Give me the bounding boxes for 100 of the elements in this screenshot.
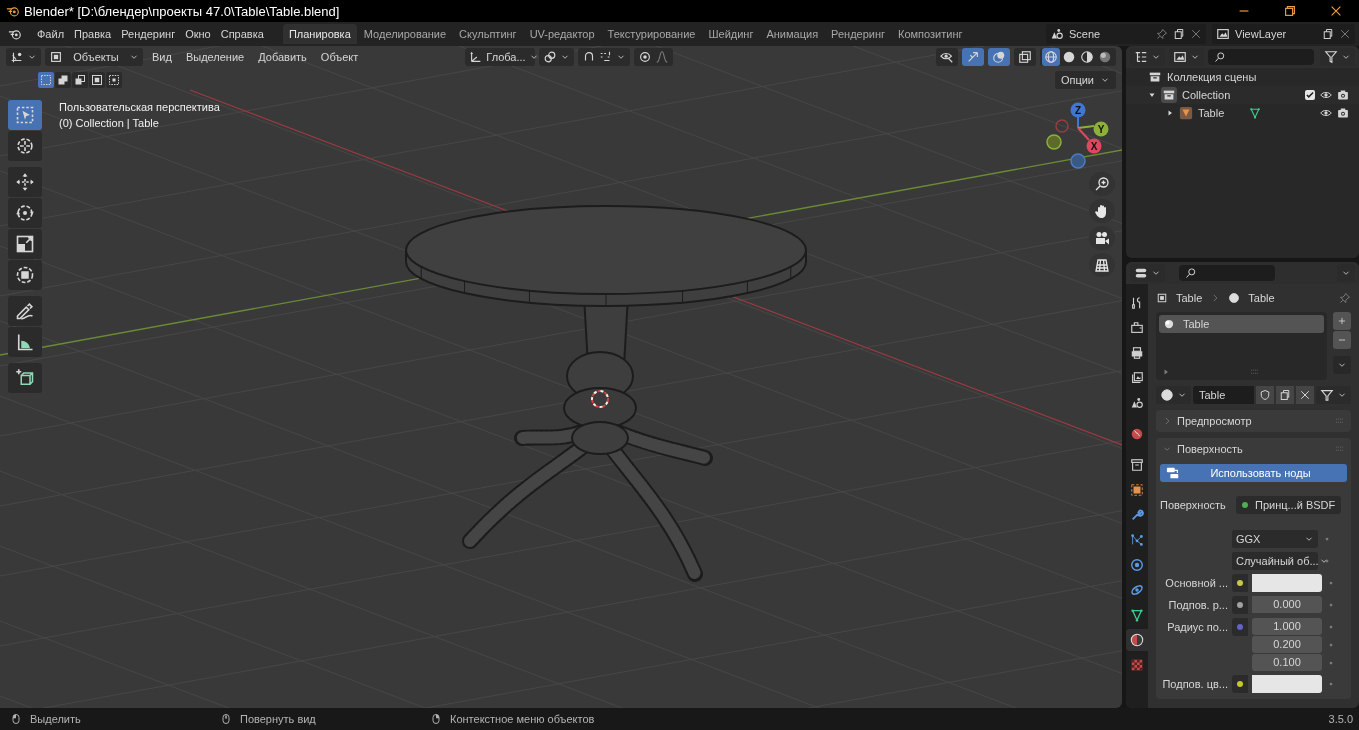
axis-handle[interactable]: X [1086, 138, 1102, 154]
proportional-button[interactable] [634, 48, 674, 66]
overlay-toggle[interactable] [988, 48, 1010, 66]
pin-icon[interactable] [1156, 28, 1168, 40]
snap-button[interactable] [578, 48, 631, 66]
properties-tab[interactable] [1126, 629, 1148, 651]
workspace-tab[interactable]: Шейдинг [702, 24, 760, 44]
number-field[interactable]: 0.200 [1252, 636, 1322, 653]
duplicate-button[interactable] [1276, 386, 1294, 404]
copy-icon[interactable] [1322, 28, 1334, 40]
visibility-toggle[interactable] [936, 48, 958, 66]
select-mode-button[interactable] [55, 72, 71, 88]
workspace-tab[interactable]: Моделирование [357, 24, 453, 44]
scene-selector[interactable]: Scene [1046, 24, 1206, 44]
workspace-tab[interactable]: Композитинг [892, 24, 969, 44]
add-slot-button[interactable] [1333, 312, 1351, 330]
workspace-tab[interactable]: Рендеринг [825, 24, 892, 44]
workspace-tab[interactable]: Анимация [760, 24, 825, 44]
shader-link-field[interactable]: Принц...й BSDF [1236, 496, 1342, 514]
search-field[interactable] [1179, 265, 1275, 281]
view-layer-selector[interactable]: ViewLayer [1212, 24, 1355, 44]
workspace-tab[interactable]: Скульптинг [453, 24, 523, 44]
socket-button[interactable] [1232, 574, 1248, 592]
axis-handle[interactable]: Y [1093, 121, 1109, 137]
menu-item[interactable]: Добавить [253, 51, 312, 63]
menu-item[interactable]: Справка [215, 28, 269, 40]
copy-icon[interactable] [1173, 28, 1185, 40]
axis-handle[interactable] [1055, 119, 1069, 133]
axis-handle[interactable]: Z [1070, 102, 1086, 118]
panel-header[interactable]: Поверхность [1156, 438, 1351, 460]
xray-toggle[interactable] [1014, 48, 1036, 66]
panel-header[interactable]: Предпросмотр [1156, 410, 1351, 432]
move-tool-button[interactable] [8, 167, 42, 197]
menu-item[interactable]: Файл [32, 28, 70, 40]
material-name-field[interactable]: Table [1193, 386, 1254, 404]
logo-icon[interactable] [8, 27, 22, 41]
camera-icon[interactable] [1337, 107, 1349, 119]
fake-user-button[interactable] [1256, 386, 1274, 404]
shading-button[interactable] [1078, 48, 1096, 66]
axis-handle[interactable] [1046, 134, 1062, 150]
remove-slot-button[interactable] [1333, 331, 1351, 349]
select-mode-button[interactable] [72, 72, 88, 88]
gizmo-toggle[interactable] [962, 48, 984, 66]
number-field[interactable]: 0.100 [1252, 654, 1322, 671]
socket-button[interactable] [1232, 596, 1248, 614]
tree-item[interactable]: Table [1198, 107, 1225, 119]
cursor-tool-button[interactable] [8, 131, 42, 161]
unlink-button[interactable] [1296, 386, 1314, 404]
camera-icon[interactable] [1337, 89, 1349, 101]
menu-item[interactable]: Вид [147, 51, 177, 63]
eye-icon[interactable] [1320, 89, 1332, 101]
menu-item[interactable]: Объект [315, 51, 364, 63]
expand-triangle-icon[interactable] [1166, 109, 1174, 117]
eye-icon[interactable] [1320, 107, 1332, 119]
movie-camera-button[interactable] [1089, 226, 1115, 250]
select-mode-button[interactable] [89, 72, 105, 88]
add-cube-tool-button[interactable] [8, 363, 42, 393]
axis-handle[interactable] [1070, 153, 1086, 169]
color-swatch[interactable] [1252, 675, 1322, 693]
mode-dropdown[interactable]: Объекты [45, 48, 143, 66]
material-slot[interactable]: Table [1159, 315, 1324, 333]
measure-tool-button[interactable] [8, 327, 42, 357]
menu-item[interactable]: Окно [180, 28, 216, 40]
zoom-button[interactable] [1089, 172, 1115, 196]
tree-item[interactable]: Collection [1182, 89, 1300, 101]
orientation-dropdown[interactable]: Глоба... [465, 48, 536, 66]
close-icon[interactable] [1339, 28, 1351, 40]
color-swatch[interactable] [1252, 574, 1322, 592]
socket-button[interactable] [1232, 675, 1248, 693]
restore-icon[interactable] [1283, 4, 1297, 18]
workspace-tab[interactable]: UV-редактор [523, 24, 601, 44]
rotate-tool-button[interactable] [8, 198, 42, 228]
hand-button[interactable] [1089, 199, 1115, 223]
use-nodes-button[interactable]: Использовать ноды [1160, 464, 1347, 482]
shading-button[interactable] [1042, 48, 1060, 66]
annotate-tool-button[interactable] [8, 296, 42, 326]
collapse-triangle-icon[interactable] [1148, 91, 1156, 99]
dropdown[interactable]: GGX [1232, 530, 1318, 548]
pin-icon[interactable] [1339, 292, 1351, 304]
node-tree-button[interactable] [1316, 386, 1351, 404]
grid-perspective-button[interactable] [1089, 253, 1115, 277]
menu-item[interactable]: Выделение [180, 51, 250, 63]
close-icon[interactable] [1190, 28, 1202, 40]
workspace-tab[interactable]: Планировка [282, 24, 357, 44]
close-icon[interactable] [1329, 4, 1343, 18]
menu-item[interactable]: Правка [69, 28, 117, 40]
workspace-tab[interactable]: Текстурирование [601, 24, 702, 44]
checkbox[interactable] [1305, 90, 1315, 100]
search-field[interactable] [1208, 49, 1314, 65]
scale-tool-button[interactable] [8, 229, 42, 259]
transform-tool-button[interactable] [8, 260, 42, 290]
select-mode-button[interactable] [106, 72, 122, 88]
tree-item[interactable]: Коллекция сцены [1167, 71, 1257, 83]
options-dropdown[interactable]: Опции [1054, 71, 1116, 89]
drag-grip-icon[interactable] [1250, 367, 1260, 377]
editor-type-button[interactable] [6, 48, 41, 66]
number-field[interactable]: 0.000 [1252, 596, 1322, 613]
pivot-button[interactable] [539, 48, 575, 66]
mesh-triangle-icon[interactable] [1249, 107, 1262, 119]
number-field[interactable]: 1.000 [1252, 618, 1322, 635]
